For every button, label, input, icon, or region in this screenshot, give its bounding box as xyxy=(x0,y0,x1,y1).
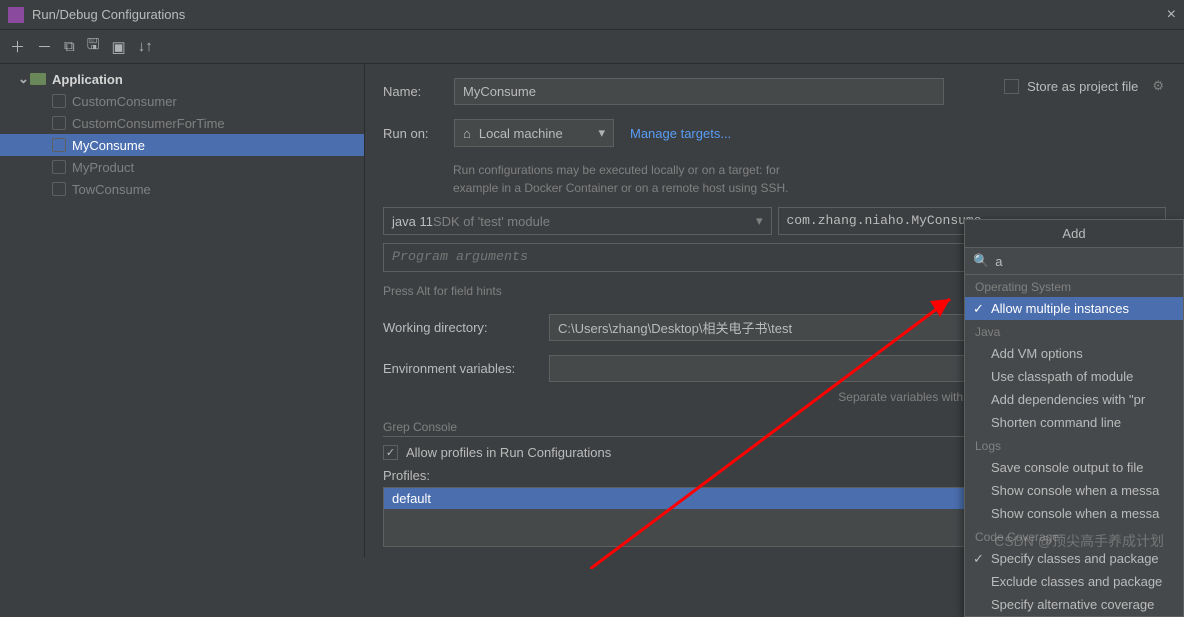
sort-config-icon[interactable]: ↓↑ xyxy=(138,38,153,55)
save-config-icon[interactable]: 🖫 xyxy=(87,34,100,59)
runon-hint: example in a Docker Container or on a re… xyxy=(453,179,1166,197)
popup-category: Java xyxy=(965,320,1183,342)
check-icon: ✓ xyxy=(973,301,984,317)
tree-header-label: Application xyxy=(52,72,123,87)
runon-label: Run on: xyxy=(383,126,438,141)
popup-search-input[interactable] xyxy=(995,254,1175,269)
remove-config-icon[interactable]: － xyxy=(37,36,52,57)
app-icon xyxy=(52,160,66,174)
popup-item[interactable]: Add VM options xyxy=(965,342,1183,365)
tree-item[interactable]: MyProduct xyxy=(0,156,364,178)
env-label: Environment variables: xyxy=(383,361,533,376)
allow-profiles-label: Allow profiles in Run Configurations xyxy=(406,445,611,460)
config-tree: ⌄ Application CustomConsumer CustomConsu… xyxy=(0,64,365,557)
popup-category: Operating System xyxy=(965,275,1183,297)
tree-item[interactable]: TowConsume xyxy=(0,178,364,200)
workdir-label: Working directory: xyxy=(383,320,533,335)
store-project-label: Store as project file xyxy=(1027,79,1138,94)
check-icon: ✓ xyxy=(973,551,984,567)
popup-item[interactable]: Show console when a messa xyxy=(965,479,1183,502)
tree-item[interactable]: CustomConsumerForTime xyxy=(0,112,364,134)
popup-item[interactable]: Shorten command line xyxy=(965,411,1183,434)
copy-config-icon[interactable]: ⧉ xyxy=(64,38,75,55)
popup-item[interactable]: ✓Specify classes and package xyxy=(965,547,1183,570)
popup-category: Code Coverage xyxy=(965,525,1183,547)
add-config-icon[interactable]: ＋ xyxy=(10,36,25,57)
popup-item-allow-multiple[interactable]: ✓Allow multiple instances xyxy=(965,297,1183,320)
tree-item-selected[interactable]: MyConsume xyxy=(0,134,364,156)
popup-item[interactable]: Exclude classes and package xyxy=(965,570,1183,593)
popup-item[interactable]: Add dependencies with "pr xyxy=(965,388,1183,411)
app-icon xyxy=(52,182,66,196)
chevron-down-icon: ▾ xyxy=(598,125,605,141)
store-project-checkbox[interactable] xyxy=(1004,79,1019,94)
tree-header-application[interactable]: ⌄ Application xyxy=(0,68,364,90)
name-label: Name: xyxy=(383,84,438,99)
home-icon: ⌂ xyxy=(463,126,471,141)
runon-value: Local machine xyxy=(479,126,563,141)
runon-hint: Run configurations may be executed local… xyxy=(453,161,1166,179)
popup-item[interactable]: Specify alternative coverage xyxy=(965,593,1183,616)
app-icon xyxy=(52,138,66,152)
popup-item[interactable]: Use classpath of module xyxy=(965,365,1183,388)
popup-category: Logs xyxy=(965,434,1183,456)
close-icon[interactable]: × xyxy=(1167,6,1176,24)
add-options-popup: Add 🔍 Operating System ✓Allow multiple i… xyxy=(964,219,1184,617)
search-icon: 🔍 xyxy=(973,253,989,269)
popup-item[interactable]: Save console output to file xyxy=(965,456,1183,479)
sdk-dropdown[interactable]: java 11 SDK of 'test' module ▾ xyxy=(383,207,772,235)
chevron-down-icon: ▾ xyxy=(756,213,763,229)
tree-item[interactable]: CustomConsumer xyxy=(0,90,364,112)
folder-icon xyxy=(30,73,46,85)
window-title: Run/Debug Configurations xyxy=(32,7,1167,22)
app-icon xyxy=(52,94,66,108)
folder-config-icon[interactable]: ▣ xyxy=(112,38,126,56)
app-logo-icon xyxy=(8,7,24,23)
manage-targets-link[interactable]: Manage targets... xyxy=(630,126,731,141)
runon-dropdown[interactable]: ⌂ Local machine ▾ xyxy=(454,119,614,147)
popup-item[interactable]: Show console when a messa xyxy=(965,502,1183,525)
name-input[interactable] xyxy=(454,78,944,105)
popup-header: Add xyxy=(965,220,1183,248)
allow-profiles-checkbox[interactable]: ✓ xyxy=(383,445,398,460)
app-icon xyxy=(52,116,66,130)
gear-icon[interactable]: ⚙ xyxy=(1152,78,1164,94)
chevron-down-icon: ⌄ xyxy=(18,71,30,87)
